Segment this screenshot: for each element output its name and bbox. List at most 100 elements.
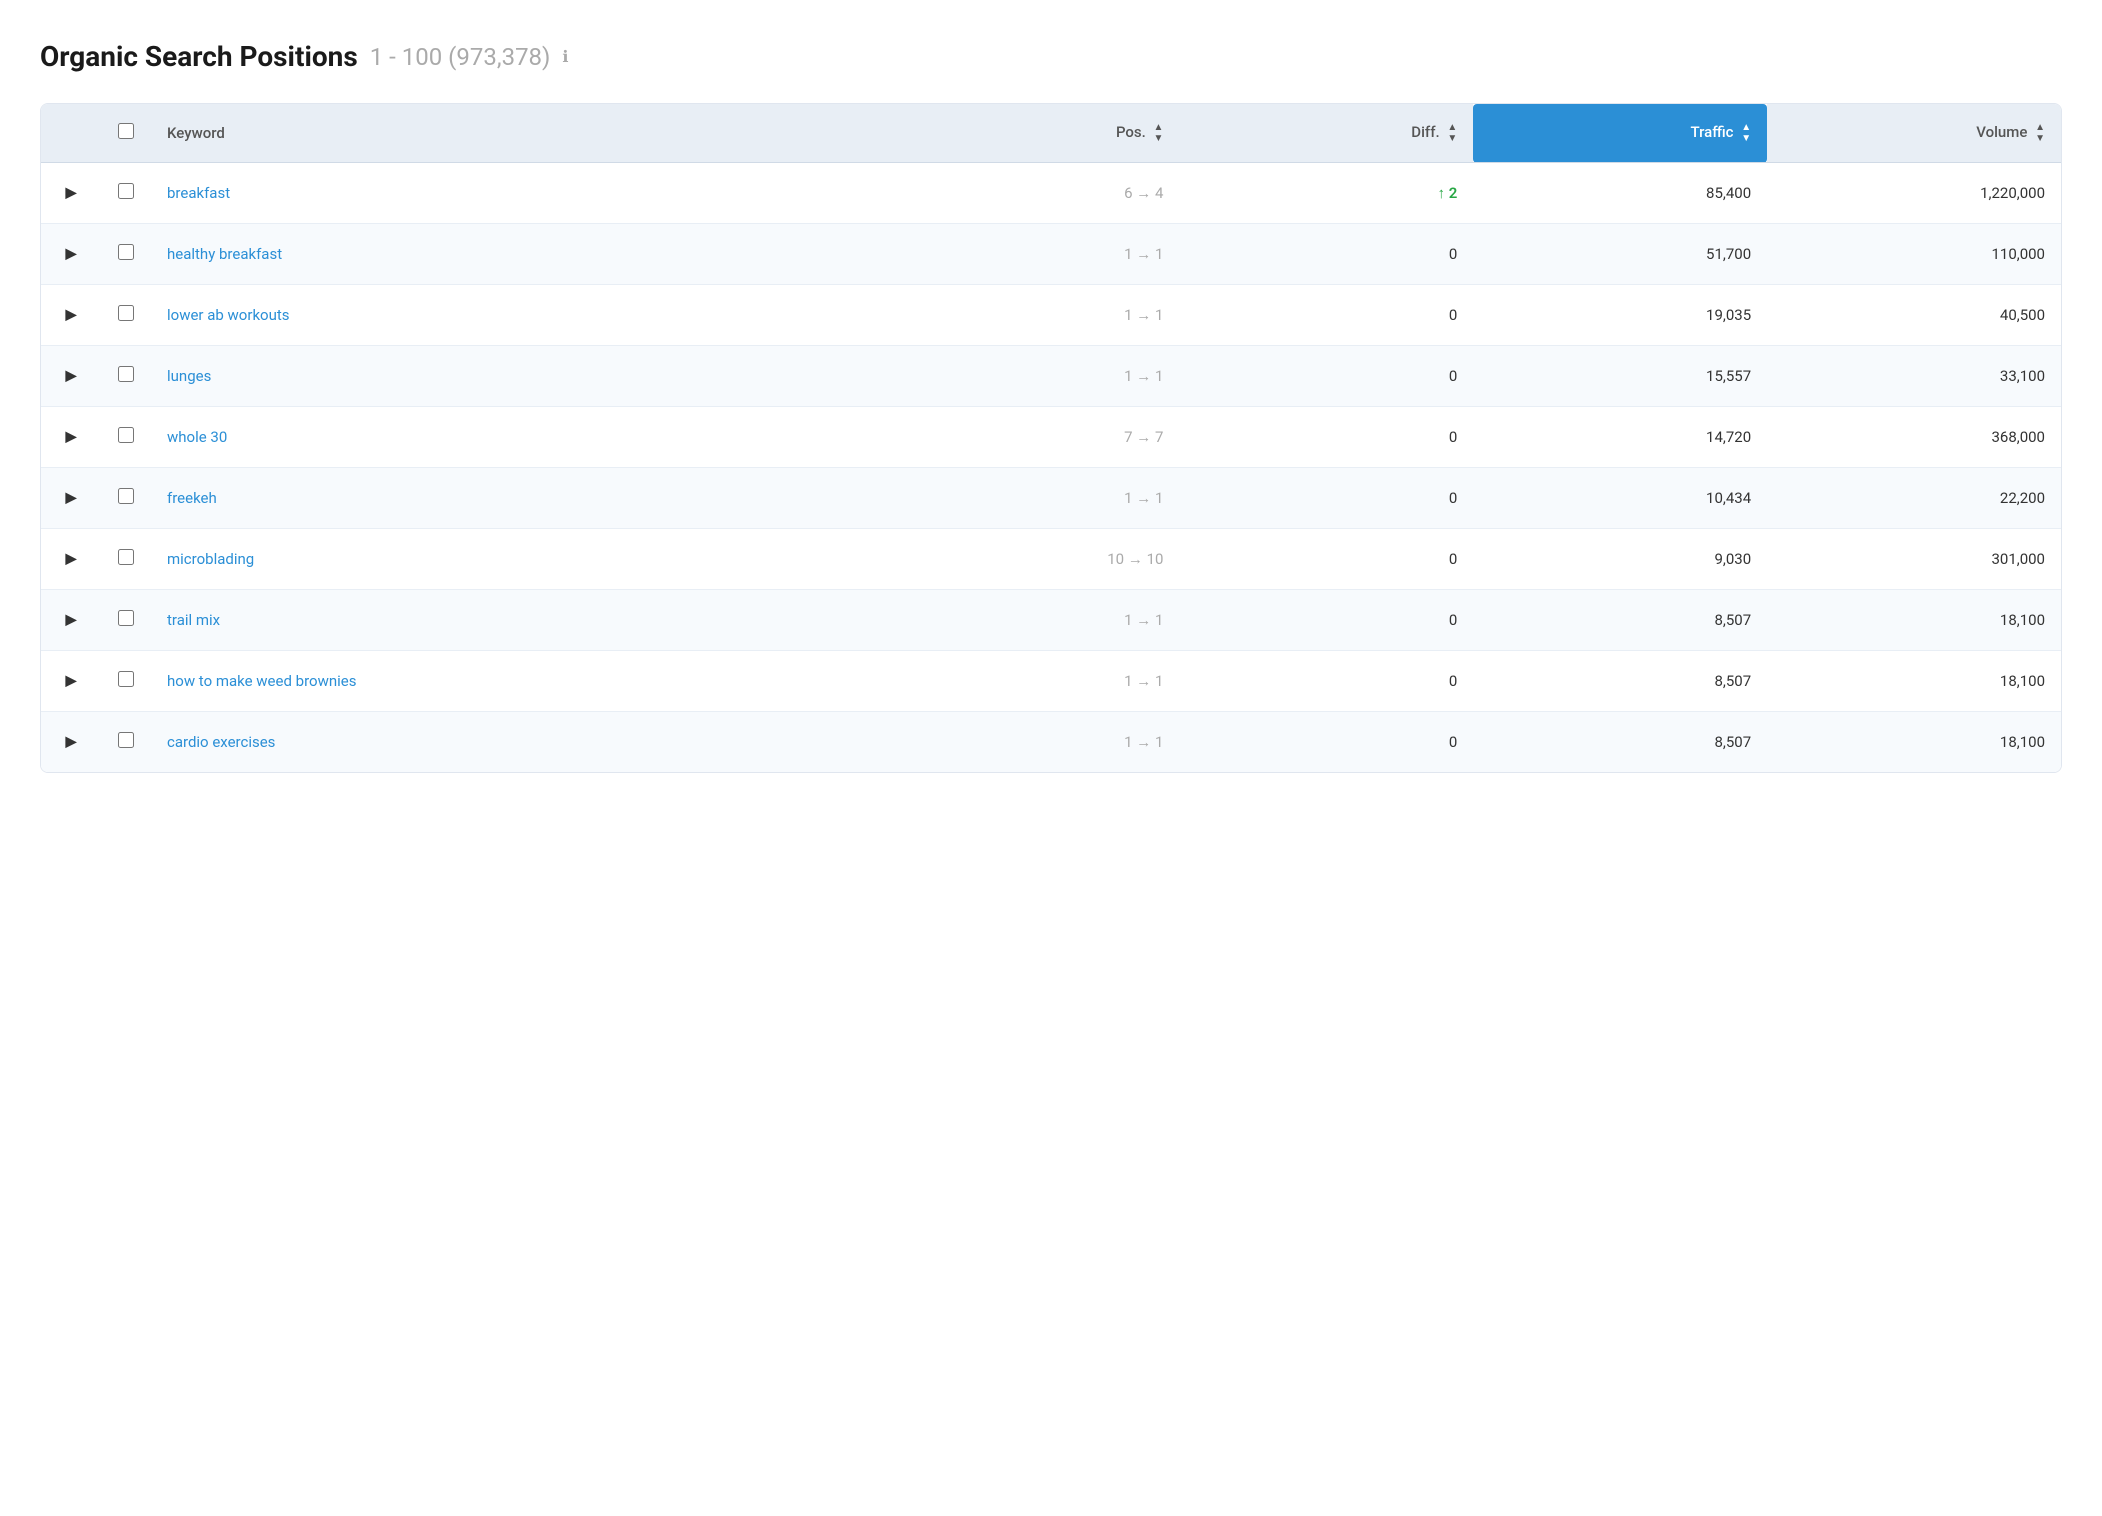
position-cell: 1 → 1 [886, 224, 1180, 285]
row-checkbox[interactable] [118, 610, 134, 626]
col-header-volume[interactable]: Volume ▲▼ [1767, 104, 2061, 163]
keyword-cell[interactable]: freekeh [151, 468, 886, 529]
expand-button[interactable]: ▶ [41, 285, 101, 346]
table-wrapper: Keyword Pos. ▲▼ Diff. ▲▼ Traffic ▲▼ Volu… [40, 103, 2062, 773]
keyword-cell[interactable]: lower ab workouts [151, 285, 886, 346]
row-checkbox-cell [101, 712, 151, 773]
volume-cell: 1,220,000 [1767, 163, 2061, 224]
pos-from: 1 [1124, 611, 1132, 629]
diff-cell: 0 [1179, 285, 1473, 346]
row-checkbox-cell [101, 224, 151, 285]
pos-arrow-icon: → [1136, 245, 1151, 263]
expand-button[interactable]: ▶ [41, 529, 101, 590]
col-header-keyword: Keyword [151, 104, 886, 163]
traffic-cell: 51,700 [1473, 224, 1767, 285]
pos-sort-arrows: ▲▼ [1154, 122, 1164, 144]
volume-cell: 33,100 [1767, 346, 2061, 407]
pos-to: 10 [1147, 550, 1164, 568]
chevron-right-icon: ▶ [66, 551, 77, 567]
traffic-cell: 19,035 [1473, 285, 1767, 346]
row-checkbox[interactable] [118, 366, 134, 382]
pos-from: 1 [1124, 489, 1132, 507]
position-cell: 1 → 1 [886, 285, 1180, 346]
pos-to: 1 [1155, 672, 1163, 690]
keyword-cell[interactable]: whole 30 [151, 407, 886, 468]
position-cell: 1 → 1 [886, 468, 1180, 529]
col-header-check[interactable] [101, 104, 151, 163]
keyword-cell[interactable]: lunges [151, 346, 886, 407]
expand-button[interactable]: ▶ [41, 590, 101, 651]
pos-from: 1 [1124, 672, 1132, 690]
diff-cell: 0 [1179, 590, 1473, 651]
volume-cell: 18,100 [1767, 590, 2061, 651]
page-header: Organic Search Positions 1 - 100 (973,37… [40, 40, 2062, 73]
diff-cell: 0 [1179, 346, 1473, 407]
diff-value: 0 [1449, 672, 1457, 690]
position-cell: 1 → 1 [886, 651, 1180, 712]
volume-cell: 40,500 [1767, 285, 2061, 346]
row-checkbox[interactable] [118, 671, 134, 687]
pos-from: 10 [1107, 550, 1124, 568]
chevron-right-icon: ▶ [66, 612, 77, 628]
expand-button[interactable]: ▶ [41, 468, 101, 529]
organic-search-table: Keyword Pos. ▲▼ Diff. ▲▼ Traffic ▲▼ Volu… [41, 104, 2061, 772]
table-row: ▶lower ab workouts1 → 1019,03540,500 [41, 285, 2061, 346]
expand-button[interactable]: ▶ [41, 712, 101, 773]
pos-arrow-icon: → [1136, 428, 1151, 446]
keyword-cell[interactable]: microblading [151, 529, 886, 590]
diff-cell: ↑ 2 [1179, 163, 1473, 224]
expand-button[interactable]: ▶ [41, 224, 101, 285]
row-checkbox[interactable] [118, 488, 134, 504]
header-row: Keyword Pos. ▲▼ Diff. ▲▼ Traffic ▲▼ Volu… [41, 104, 2061, 163]
col-header-traffic[interactable]: Traffic ▲▼ [1473, 104, 1767, 163]
pos-arrow-icon: → [1136, 306, 1151, 324]
pos-to: 1 [1155, 306, 1163, 324]
pos-arrow-icon: → [1128, 550, 1143, 568]
row-checkbox[interactable] [118, 427, 134, 443]
keyword-cell[interactable]: how to make weed brownies [151, 651, 886, 712]
select-all-checkbox[interactable] [118, 123, 134, 139]
table-body: ▶breakfast6 → 4↑ 285,4001,220,000▶health… [41, 163, 2061, 773]
keyword-cell[interactable]: cardio exercises [151, 712, 886, 773]
info-icon[interactable]: ℹ [562, 47, 568, 66]
expand-button[interactable]: ▶ [41, 651, 101, 712]
row-checkbox[interactable] [118, 549, 134, 565]
chevron-right-icon: ▶ [66, 429, 77, 445]
keyword-cell[interactable]: breakfast [151, 163, 886, 224]
pos-arrow-icon: → [1136, 367, 1151, 385]
volume-cell: 18,100 [1767, 712, 2061, 773]
chevron-right-icon: ▶ [66, 673, 77, 689]
table-row: ▶ lunges1 → 1015,55733,100 [41, 346, 2061, 407]
col-header-pos[interactable]: Pos. ▲▼ [886, 104, 1180, 163]
position-cell: 10 → 10 [886, 529, 1180, 590]
row-checkbox-cell [101, 529, 151, 590]
row-checkbox[interactable] [118, 305, 134, 321]
row-checkbox-cell [101, 651, 151, 712]
pos-from: 1 [1124, 367, 1132, 385]
row-checkbox[interactable] [118, 732, 134, 748]
expand-button[interactable]: ▶ [41, 163, 101, 224]
table-row: ▶freekeh1 → 1010,43422,200 [41, 468, 2061, 529]
table-row: ▶healthy breakfast1 → 1051,700110,000 [41, 224, 2061, 285]
volume-cell: 18,100 [1767, 651, 2061, 712]
diff-cell: 0 [1179, 651, 1473, 712]
pos-from: 1 [1124, 306, 1132, 324]
row-checkbox[interactable] [118, 183, 134, 199]
diff-cell: 0 [1179, 712, 1473, 773]
row-checkbox[interactable] [118, 244, 134, 260]
expand-button[interactable]: ▶ [41, 346, 101, 407]
position-cell: 1 → 1 [886, 346, 1180, 407]
col-header-diff[interactable]: Diff. ▲▼ [1179, 104, 1473, 163]
keyword-cell[interactable]: healthy breakfast [151, 224, 886, 285]
row-checkbox-cell [101, 407, 151, 468]
table-header: Keyword Pos. ▲▼ Diff. ▲▼ Traffic ▲▼ Volu… [41, 104, 2061, 163]
pos-arrow-icon: → [1136, 184, 1151, 202]
keyword-cell[interactable]: trail mix [151, 590, 886, 651]
diff-cell: 0 [1179, 529, 1473, 590]
diff-value: 0 [1449, 550, 1457, 568]
traffic-cell: 8,507 [1473, 651, 1767, 712]
chevron-right-icon: ▶ [66, 185, 77, 201]
traffic-cell: 15,557 [1473, 346, 1767, 407]
expand-button[interactable]: ▶ [41, 407, 101, 468]
diff-value: ↑ 2 [1437, 184, 1457, 202]
